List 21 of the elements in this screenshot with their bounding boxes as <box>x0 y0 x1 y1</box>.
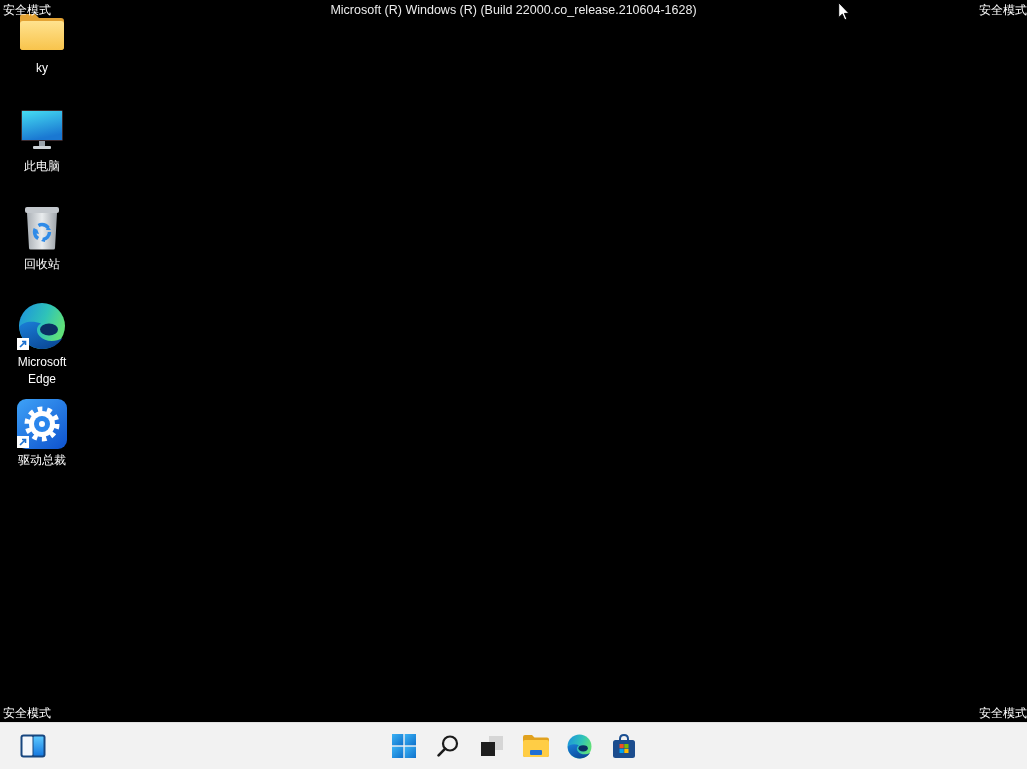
four-squares-icon <box>391 734 416 758</box>
monitor-icon <box>21 110 63 150</box>
desktop-item[interactable]: 驱动总裁 <box>0 400 84 498</box>
safe-mode-label: 安全模式 <box>979 705 1027 721</box>
folder-icon <box>20 14 64 50</box>
desktop-item[interactable]: Microsoft Edge <box>0 302 84 400</box>
safe-mode-label: 安全模式 <box>2 2 51 18</box>
trash-bin-icon <box>24 206 60 250</box>
swirl-icon <box>18 302 66 350</box>
split-panel-icon <box>20 734 46 758</box>
gear-app-icon <box>17 399 67 449</box>
desktop-item[interactable]: 回收站 <box>0 204 84 302</box>
safe-mode-label: 安全模式 <box>2 705 51 721</box>
swirl-icon <box>567 733 592 759</box>
search-icon <box>436 735 459 757</box>
folder-icon <box>522 735 549 757</box>
build-info-text: Microsoft (R) Windows (R) (Build 22000.co_release.210604-1628) <box>330 2 697 18</box>
desktop-item[interactable]: 此电脑 <box>0 106 84 204</box>
overlapping-squares-icon <box>480 736 503 756</box>
shopping-bag-icon <box>612 734 635 758</box>
safe-mode-label: 安全模式 <box>979 2 1027 18</box>
